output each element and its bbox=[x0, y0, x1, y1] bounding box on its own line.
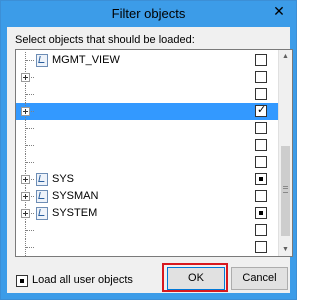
tree-row[interactable]: MGMT_VIEW bbox=[16, 52, 278, 69]
schema-object-icon bbox=[36, 54, 48, 67]
schema-object-icon bbox=[36, 207, 48, 220]
row-checkbox[interactable] bbox=[255, 71, 267, 83]
row-checkbox[interactable] bbox=[255, 241, 267, 253]
tree-row[interactable]: SYSTEM bbox=[16, 205, 278, 222]
tree-row[interactable] bbox=[16, 69, 278, 86]
close-icon: ✕ bbox=[273, 3, 285, 19]
row-checkbox[interactable] bbox=[255, 173, 267, 185]
filter-objects-dialog: Filter objects ✕ Select objects that sho… bbox=[0, 0, 297, 300]
expand-plus-icon[interactable] bbox=[21, 209, 30, 218]
row-checkbox[interactable] bbox=[255, 207, 267, 219]
row-checkbox[interactable] bbox=[255, 190, 267, 202]
vertical-scrollbar[interactable]: ▲ ▼ bbox=[278, 50, 292, 256]
tree-row[interactable] bbox=[16, 239, 278, 256]
dialog-body: Select objects that should be loaded: MG… bbox=[7, 27, 293, 293]
expand-plus-icon[interactable] bbox=[21, 175, 30, 184]
tree-row-label: SYS bbox=[52, 173, 75, 185]
row-checkbox[interactable] bbox=[255, 103, 267, 117]
dialog-title: Filter objects bbox=[111, 6, 186, 21]
tree-line bbox=[26, 162, 34, 163]
tree-row-label: SYSMAN bbox=[52, 190, 99, 202]
tree-row[interactable] bbox=[16, 154, 278, 171]
scroll-thumb[interactable] bbox=[281, 146, 290, 236]
schema-object-icon bbox=[36, 190, 48, 203]
tree-row[interactable] bbox=[16, 137, 278, 154]
scroll-down-arrow-icon[interactable]: ▼ bbox=[279, 243, 292, 256]
tree-row[interactable]: SYSMAN bbox=[16, 188, 278, 205]
tree-row[interactable] bbox=[16, 120, 278, 137]
row-checkbox[interactable] bbox=[255, 156, 267, 168]
tree-row[interactable] bbox=[16, 103, 278, 120]
tree-line bbox=[26, 230, 34, 231]
row-checkbox[interactable] bbox=[255, 224, 267, 236]
scroll-up-arrow-icon[interactable]: ▲ bbox=[279, 50, 292, 63]
expand-plus-icon[interactable] bbox=[21, 73, 30, 82]
load-all-checkbox[interactable] bbox=[16, 275, 28, 287]
tree-row-label: MGMT_VIEW bbox=[52, 54, 120, 66]
close-button[interactable]: ✕ bbox=[268, 2, 290, 20]
tree-row[interactable]: SYS bbox=[16, 171, 278, 188]
tree-row[interactable] bbox=[16, 86, 278, 103]
title-bar: Filter objects ✕ bbox=[1, 1, 296, 27]
expand-plus-icon[interactable] bbox=[21, 107, 30, 116]
ok-button[interactable]: OK bbox=[167, 267, 225, 290]
row-checkbox[interactable] bbox=[255, 139, 267, 151]
tree-line bbox=[26, 94, 34, 95]
expand-plus-icon[interactable] bbox=[21, 192, 30, 201]
tree-line bbox=[26, 60, 34, 61]
load-all-label: Load all user objects bbox=[32, 274, 133, 286]
tree-row[interactable] bbox=[16, 222, 278, 239]
tree-line bbox=[26, 128, 34, 129]
grip-icon bbox=[283, 186, 288, 193]
schema-object-icon bbox=[36, 173, 48, 186]
row-checkbox[interactable] bbox=[255, 88, 267, 100]
tree-line bbox=[26, 145, 34, 146]
cancel-button[interactable]: Cancel bbox=[231, 267, 288, 290]
tree-row-label: SYSTEM bbox=[52, 207, 98, 219]
row-checkbox[interactable] bbox=[255, 122, 267, 134]
object-tree-list[interactable]: MGMT_VIEW SYS SYSMAN SYSTEM ▲ ▼ bbox=[15, 49, 293, 257]
row-checkbox[interactable] bbox=[255, 54, 267, 66]
tree-line bbox=[26, 247, 34, 248]
instruction-label: Select objects that should be loaded: bbox=[15, 34, 195, 46]
